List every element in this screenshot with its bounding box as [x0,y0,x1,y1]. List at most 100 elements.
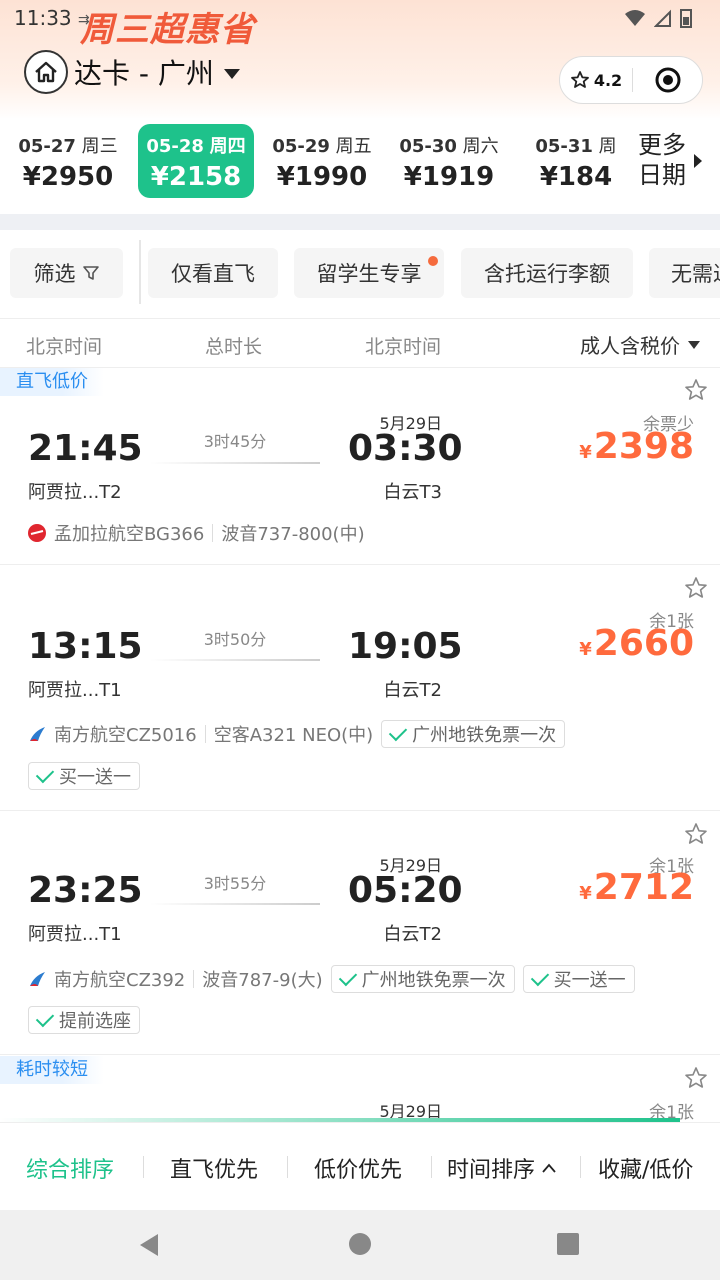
wifi-icon [625,10,645,26]
status-time: 11:33 [14,6,72,30]
divider [0,318,720,319]
chevron-up-icon [542,1163,556,1173]
perk-badge: 买一送一 [28,762,140,790]
star-outline-icon[interactable] [684,576,708,600]
airline-name: 孟加拉航空BG366 [54,524,205,545]
sort-favorite-low-price[interactable]: 收藏/低价 [598,1152,693,1184]
sort-label: 时间排序 [447,1158,536,1183]
sort-by-time[interactable]: 时间排序 [447,1152,557,1184]
check-icon [530,967,549,987]
sort-label: 收藏/低价 [598,1158,694,1183]
sort-divider [431,1156,432,1178]
target-icon [655,67,680,93]
col-dep-time: 北京时间 [26,336,103,358]
rating-value: 4.2 [593,70,623,90]
date-item-0528-selected[interactable]: 05-28 周四 ¥2158 [138,124,254,198]
arrival-airport: 白云T3 [383,482,442,503]
date-label: 05-28 周四 [146,136,246,157]
star-outline-icon[interactable] [684,378,708,402]
airline-info: 南方航空CZ5016 空客A321 NEO(中) 广州地铁免票一次 [28,720,566,748]
departure-airport: 阿贾拉...T1 [28,924,122,945]
date-item-0529[interactable]: 05-29 周五 ¥1990 [264,124,380,198]
sort-divider [143,1156,144,1178]
perk-label: 广州地铁免票一次 [361,970,506,991]
mini-program-capsule: 4.2 [559,56,703,104]
airline-info: 南方航空CZ392 波音787-9(大) 广州地铁免票一次 买一送一 [28,965,635,993]
date-price: ¥184 [539,162,613,192]
perk-label: 提前选座 [59,1011,131,1032]
airline-name: 南方航空CZ5016 [54,725,197,746]
date-item-0531[interactable]: 05-31 周 ¥184 [518,124,634,198]
notification-icon: ⇉ [78,12,90,28]
rating-button[interactable]: 4.2 [560,70,632,90]
price-value: 2712 [593,867,694,908]
price-value: 2398 [593,426,694,467]
new-badge-dot [428,256,438,266]
date-item-0530[interactable]: 05-30 周六 ¥1919 [391,124,507,198]
route-title[interactable]: 达卡 - 广州 [74,52,240,92]
price-value: 2660 [593,623,694,664]
duration-arrow [150,659,320,661]
separator [193,970,195,988]
date-price: ¥1919 [403,162,495,192]
perk-label: 广州地铁免票一次 [412,725,557,746]
filter-label: 含托运行李额 [484,262,610,286]
status-bar: 11:33 ⇉ [0,0,720,40]
filter-no-transit[interactable]: 无需过 [649,248,720,298]
date-label: 05-27 周三 [18,136,118,157]
flight-price: ¥2712 [554,867,694,908]
filter-student[interactable]: 留学生专享 [294,248,444,298]
price-type-dropdown[interactable]: 成人含税价 [580,330,700,359]
more-dates-button[interactable]: 更多 日期 [636,130,720,200]
status-icons [624,6,692,30]
home-button[interactable] [24,50,68,94]
sort-label: 低价优先 [314,1158,403,1183]
chevron-down-icon [223,69,240,79]
flight-tag: 直飞低价 [0,368,104,396]
col-duration: 总时长 [205,336,263,358]
flight-duration: 3时55分 [203,874,267,893]
separator [204,725,206,743]
sort-label: 直飞优先 [170,1158,259,1183]
sort-divider [287,1156,288,1178]
section-divider [0,214,720,230]
star-outline-icon[interactable] [684,1066,708,1090]
flight-price: ¥2660 [554,623,694,664]
departure-time: 13:15 [28,626,143,667]
date-label: 05-29 周五 [272,136,372,157]
departure-airport: 阿贾拉...T1 [28,680,122,701]
sort-direct-first[interactable]: 直飞优先 [170,1152,258,1184]
star-outline-icon[interactable] [684,822,708,846]
date-label: 05-30 周六 [399,136,499,157]
home-circle-icon[interactable] [348,1232,372,1256]
system-nav-bar [0,1210,720,1280]
filter-direct-only[interactable]: 仅看直飞 [148,248,278,298]
check-icon [35,1008,55,1028]
close-miniprogram-button[interactable] [633,66,702,94]
currency-symbol: ¥ [579,883,592,904]
filter-button[interactable]: 筛选 [10,248,123,298]
currency-symbol: ¥ [579,639,592,660]
filter-label: 无需过 [671,262,720,286]
filter-baggage[interactable]: 含托运行李额 [461,248,633,298]
flight-tag: 耗时较短 [0,1056,104,1084]
chevron-right-icon [694,154,702,168]
sort-comprehensive[interactable]: 综合排序 [26,1152,114,1184]
date-price: ¥2950 [22,162,114,192]
arrival-time: 19:05 [348,626,463,667]
sort-low-price[interactable]: 低价优先 [314,1152,402,1184]
recents-icon[interactable] [556,1232,580,1256]
sort-divider [580,1156,581,1178]
perk-badge: 广州地铁免票一次 [330,965,515,993]
date-item-0527[interactable]: 05-27 周三 ¥2950 [10,124,126,198]
arrival-time: 05:20 [348,870,463,911]
check-icon [35,764,55,784]
sort-label: 综合排序 [26,1158,115,1183]
arrival-time: 03:30 [348,428,463,469]
chevron-down-icon [688,340,700,349]
perk-label: 买一送一 [59,767,131,788]
airline-info: 孟加拉航空BG366 波音737-800(中) [28,520,365,546]
airline-name: 南方航空CZ392 [54,970,186,991]
back-icon[interactable] [136,1232,162,1258]
departure-airport: 阿贾拉...T2 [28,482,122,503]
